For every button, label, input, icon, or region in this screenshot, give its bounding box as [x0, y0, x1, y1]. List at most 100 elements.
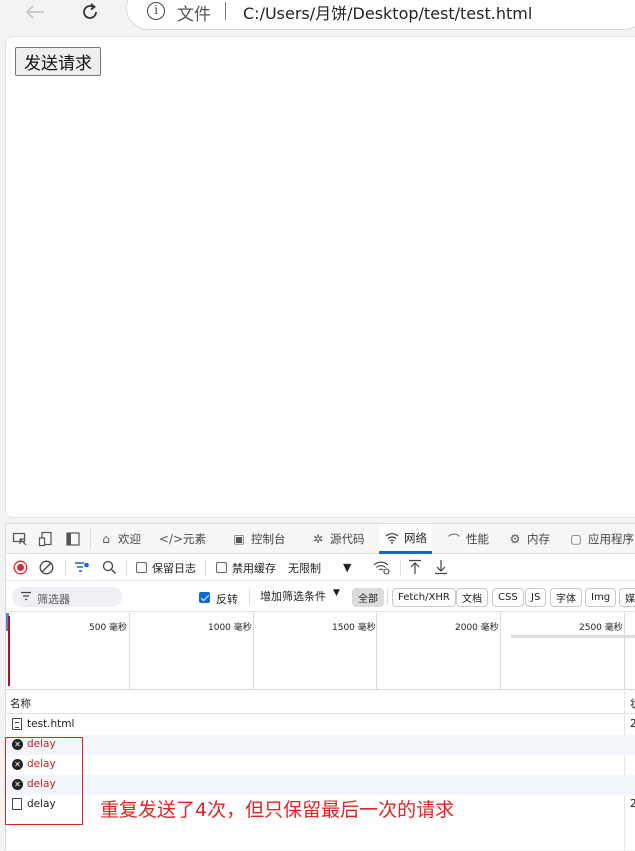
type-filter-all[interactable]: 全部 [352, 588, 384, 607]
home-icon: ⌂ [102, 532, 110, 546]
toolbar-divider [249, 589, 250, 605]
upload-icon[interactable] [408, 559, 422, 578]
network-toolbar: 保留日志 禁用缓存 无限制 ▼ [6, 555, 635, 581]
type-filter-label: JS [531, 592, 541, 603]
app-icon: ▢ [570, 532, 582, 546]
search-icon[interactable] [102, 560, 117, 578]
page-viewport [5, 36, 635, 518]
grid-line [624, 613, 625, 690]
browser-toolbar: i 文件 C:/Users/月饼/Desktop/test/test.html [0, 0, 635, 36]
refresh-icon[interactable] [77, 0, 103, 24]
tab-elements[interactable]: </> 元素 [158, 524, 206, 554]
toolbar-divider [387, 589, 388, 605]
gauge-icon: ⌒ [447, 532, 460, 547]
dom-content-loaded-marker [8, 616, 10, 686]
toolbar-divider [126, 560, 127, 576]
console-icon: ▣ [233, 532, 245, 546]
document-icon [12, 718, 22, 730]
info-icon[interactable]: i [147, 2, 165, 20]
code-icon: </> [158, 532, 184, 546]
type-filter-js[interactable]: JS [525, 588, 547, 607]
type-filter-label: 媒 [625, 594, 635, 605]
time-tick: 500 毫秒 [89, 623, 128, 633]
tab-console-label: 控制台 [251, 532, 286, 546]
request-status: 2 [630, 718, 635, 730]
table-row[interactable]: test.html 2 [6, 715, 635, 735]
filter-settings-icon[interactable] [74, 560, 90, 578]
time-tick: 2500 毫秒 [579, 623, 623, 633]
type-filter-css[interactable]: CSS [492, 588, 524, 607]
grid-line [253, 613, 254, 690]
column-status-header[interactable]: 状 [630, 696, 635, 711]
inspect-element-icon[interactable] [12, 531, 28, 547]
back-arrow-icon[interactable] [22, 0, 48, 24]
tab-welcome-label: 欢迎 [118, 532, 141, 546]
type-filter-doc[interactable]: 文档 [456, 588, 488, 607]
clear-icon[interactable] [39, 560, 54, 578]
chip-icon: ⚙ [509, 532, 521, 546]
record-icon[interactable] [13, 560, 28, 578]
tab-elements-label: 元素 [183, 532, 206, 546]
table-row[interactable]: ✕ delay [6, 735, 635, 755]
tab-console[interactable]: ▣ 控制台 [231, 524, 286, 554]
tab-performance[interactable]: ⌒ 性能 [446, 524, 489, 554]
toolbar-divider [205, 560, 206, 576]
url-text[interactable]: C:/Users/月饼/Desktop/test/test.html [243, 0, 532, 24]
column-name-header[interactable]: 名称 [10, 696, 31, 711]
filter-bar: 筛选器 反转 增加筛选条件 ▼ 全部 Fetch/XHR 文档 CSS JS 字… [6, 582, 635, 612]
file-scheme-label: 文件 [177, 5, 211, 25]
address-divider [225, 2, 226, 20]
tab-application[interactable]: ▢ 应用程序 [568, 524, 634, 554]
annotation-text: 重复发送了4次，但只保留最后一次的请求 [100, 799, 455, 821]
time-tick: 1500 毫秒 [332, 623, 376, 633]
preserve-log-label: 保留日志 [152, 562, 196, 575]
grid-line [376, 613, 377, 690]
tab-welcome[interactable]: ⌂ 欢迎 [98, 524, 141, 554]
disable-cache-label: 禁用缓存 [232, 562, 276, 575]
request-name: test.html [27, 718, 75, 730]
disable-cache-checkbox[interactable] [216, 562, 227, 573]
chevron-down-icon[interactable]: ▼ [343, 561, 351, 574]
download-icon[interactable] [434, 559, 448, 578]
tab-performance-label: 性能 [466, 532, 489, 546]
request-status: 2 [630, 798, 635, 810]
type-filter-img[interactable]: Img [585, 588, 617, 607]
time-tick: 2000 毫秒 [455, 623, 499, 633]
throttling-select[interactable]: 无限制 [288, 560, 321, 576]
tab-divider [90, 528, 91, 550]
type-filter-fetch-xhr[interactable]: Fetch/XHR [392, 588, 456, 607]
devtools-tab-bar: ⌂ 欢迎 </> 元素 ▣ 控制台 ✲ 源代码 网络 ⌒ 性能 ⚙ 内存 ▢ 应用程序 [6, 524, 635, 554]
more-filters-dropdown[interactable]: 增加筛选条件 [260, 588, 326, 604]
chevron-down-icon[interactable]: ▼ [333, 588, 340, 598]
tab-sources[interactable]: ✲ 源代码 [310, 524, 365, 554]
table-row[interactable]: ✕ delay [6, 755, 635, 775]
dock-panel-icon[interactable] [65, 531, 81, 547]
annotation-highlight-box [5, 737, 83, 825]
type-filter-label: CSS [498, 592, 518, 603]
toolbar-divider [65, 560, 66, 576]
grid-line [129, 613, 130, 690]
tab-sources-label: 源代码 [330, 532, 365, 546]
request-bar [511, 635, 635, 638]
wifi-icon [384, 530, 400, 546]
network-conditions-icon[interactable] [373, 560, 391, 578]
tab-memory[interactable]: ⚙ 内存 [507, 524, 550, 554]
type-filter-label: 全部 [358, 594, 378, 605]
tab-memory-label: 内存 [527, 532, 550, 546]
invert-checkbox[interactable] [199, 592, 210, 603]
network-overview[interactable]: 500 毫秒 1000 毫秒 1500 毫秒 2000 毫秒 2500 毫秒 [6, 613, 635, 690]
grid-line [500, 613, 501, 690]
table-row[interactable]: ✕ delay [6, 775, 635, 795]
type-filter-media[interactable]: 媒 [619, 588, 635, 607]
invert-label: 反转 [216, 593, 238, 606]
device-emulation-icon[interactable] [38, 531, 54, 547]
toolbar-divider [400, 560, 401, 576]
tab-application-label: 应用程序 [588, 532, 634, 546]
table-header: 名称 状 [6, 691, 635, 714]
type-filter-font[interactable]: 字体 [550, 588, 582, 607]
preserve-log-checkbox[interactable] [136, 562, 147, 573]
type-filter-label: 文档 [462, 594, 482, 605]
send-request-button[interactable]: 发送请求 [15, 47, 101, 76]
filter-icon [20, 591, 32, 604]
tab-network[interactable]: 网络 [379, 524, 432, 554]
